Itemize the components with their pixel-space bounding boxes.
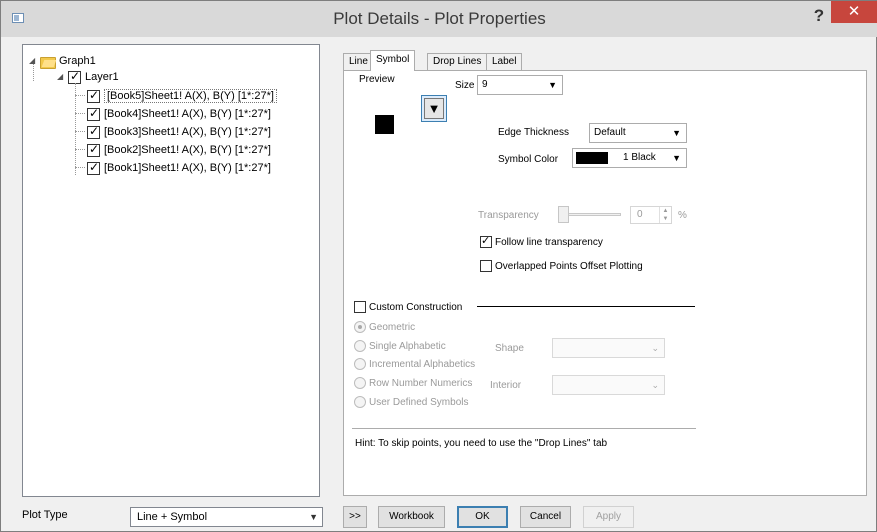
percent-label: % [678,210,687,221]
size-value: 9 [482,79,488,90]
transparency-label: Transparency [478,210,539,221]
chevron-down-icon: ▼ [672,128,681,138]
layer-checkbox[interactable] [68,69,81,84]
radio-button[interactable] [354,321,366,333]
radio-single-alphabetic[interactable]: Single Alphabetic [354,340,446,352]
plot-tree[interactable]: ◢ Graph1 ◢ Layer1 [Book5]Sheet1! A(X), B… [22,44,320,497]
edge-thickness-label: Edge Thickness [498,127,569,138]
close-button[interactable]: ✕ [831,1,877,23]
section-divider [477,306,695,307]
chevron-down-icon: ⌄ [651,343,659,353]
dataset-label: [Book1]Sheet1! A(X), B(Y) [1*:27*] [104,162,271,174]
hint-text: Hint: To skip points, you need to use th… [355,438,608,449]
radio-label: User Defined Symbols [369,396,469,408]
follow-line-transparency-checkbox[interactable] [480,234,492,248]
radio-label: Single Alphabetic [369,340,446,352]
dataset-label: [Book2]Sheet1! A(X), B(Y) [1*:27*] [104,144,271,156]
shape-label: Shape [495,343,524,354]
tree-node-dataset[interactable]: [Book3]Sheet1! A(X), B(Y) [1*:27*] [87,124,271,140]
transparency-value: 0 [637,209,643,220]
chevron-down-icon: ▼ [548,80,557,90]
edge-thickness-value: Default [594,127,626,138]
transparency-slider-thumb[interactable] [558,206,569,223]
transparency-slider-track[interactable] [561,213,621,216]
apply-button[interactable]: Apply [583,506,634,528]
tab-drop-lines[interactable]: Drop Lines [427,53,488,70]
follow-line-transparency-label: Follow line transparency [495,236,603,248]
size-combo[interactable]: 9 ▼ [477,75,563,95]
tree-node-dataset[interactable]: [Book1]Sheet1! A(X), B(Y) [1*:27*] [87,160,271,176]
cancel-button[interactable]: Cancel [520,506,571,528]
symbol-preview [375,115,394,134]
window-title: Plot Details - Plot Properties [333,9,546,28]
tree-node-dataset[interactable]: [Book2]Sheet1! A(X), B(Y) [1*:27*] [87,142,271,158]
expand-button[interactable]: >> [343,506,367,528]
hint-divider [352,428,696,429]
plot-type-value: Line + Symbol [137,511,208,523]
dataset-label: [Book5]Sheet1! A(X), B(Y) [1*:27*] [104,89,277,103]
tab-symbol[interactable]: Symbol [370,50,416,71]
plot-type-select[interactable]: Line + Symbol ▼ [130,507,323,527]
color-swatch [576,152,608,164]
dataset-checkbox[interactable] [87,88,100,103]
radio-button[interactable] [354,358,366,370]
tree-label-graph: Graph1 [59,55,96,67]
radio-button[interactable] [354,340,366,352]
radio-label: Row Number Numerics [369,377,473,389]
workbook-button[interactable]: Workbook [378,506,445,528]
transparency-input[interactable]: 0 ▲ ▼ [630,206,672,224]
radio-button[interactable] [354,396,366,408]
dataset-label: [Book4]Sheet1! A(X), B(Y) [1*:27*] [104,108,271,120]
radio-label: Incremental Alphabetics [369,358,476,370]
plot-type-label: Plot Type [22,509,68,521]
symbol-color-value: 1 Black [623,152,656,163]
dataset-checkbox[interactable] [87,106,100,121]
radio-button[interactable] [354,377,366,389]
radio-row-number-numerics[interactable]: Row Number Numerics [354,377,472,389]
preview-label: Preview [359,74,395,85]
custom-construction-checkbox[interactable] [354,301,366,313]
tree-node-graph[interactable]: ◢ Graph1 [29,53,96,69]
edge-thickness-combo[interactable]: Default ▼ [589,123,687,143]
tab-label[interactable]: Label [486,53,523,70]
chevron-down-icon: ⌄ [651,380,659,390]
tree-node-dataset[interactable]: [Book5]Sheet1! A(X), B(Y) [1*:27*] [87,88,277,104]
symbol-color-label: Symbol Color [498,154,559,165]
radio-label: Geometric [369,321,416,333]
symbol-shape-button[interactable]: ▼ [421,95,447,122]
symbol-color-combo[interactable]: 1 Black ▼ [572,148,687,168]
radio-user-defined-symbols[interactable]: User Defined Symbols [354,396,468,408]
triangle-down-icon: ▼ [672,153,681,163]
help-button[interactable]: ? [809,6,829,26]
custom-construction-label: Custom Construction [369,301,463,313]
tree-node-layer[interactable]: ◢ Layer1 [57,69,119,85]
dataset-label: [Book3]Sheet1! A(X), B(Y) [1*:27*] [104,126,271,138]
collapse-icon[interactable]: ◢ [29,57,37,65]
dataset-checkbox[interactable] [87,160,100,175]
overlapped-offset-checkbox[interactable] [480,260,492,272]
interior-combo[interactable]: ⌄ [552,375,665,395]
overlapped-offset-row[interactable]: Overlapped Points Offset Plotting [480,260,643,272]
dataset-checkbox[interactable] [87,124,100,139]
interior-label: Interior [490,380,522,391]
shape-combo[interactable]: ⌄ [552,338,665,358]
custom-construction-row[interactable]: Custom Construction [354,301,462,313]
folder-icon [40,55,56,69]
ok-button[interactable]: OK [457,506,508,528]
follow-line-transparency-row[interactable]: Follow line transparency [480,234,603,248]
tree-label-layer: Layer1 [85,71,119,83]
radio-geometric[interactable]: Geometric [354,321,415,333]
title-bar: Plot Details - Plot Properties ? ✕ [1,1,877,37]
collapse-icon[interactable]: ◢ [57,73,65,81]
triangle-down-icon: ▼ [424,98,444,119]
size-label: Size [455,80,475,91]
tree-node-dataset[interactable]: [Book4]Sheet1! A(X), B(Y) [1*:27*] [87,106,271,122]
dataset-checkbox[interactable] [87,142,100,157]
spin-arrows-icon[interactable]: ▲ ▼ [659,207,671,223]
overlapped-offset-label: Overlapped Points Offset Plotting [495,260,643,272]
radio-incremental-alphabetics[interactable]: Incremental Alphabetics [354,358,475,370]
chevron-down-icon: ▼ [309,512,318,522]
